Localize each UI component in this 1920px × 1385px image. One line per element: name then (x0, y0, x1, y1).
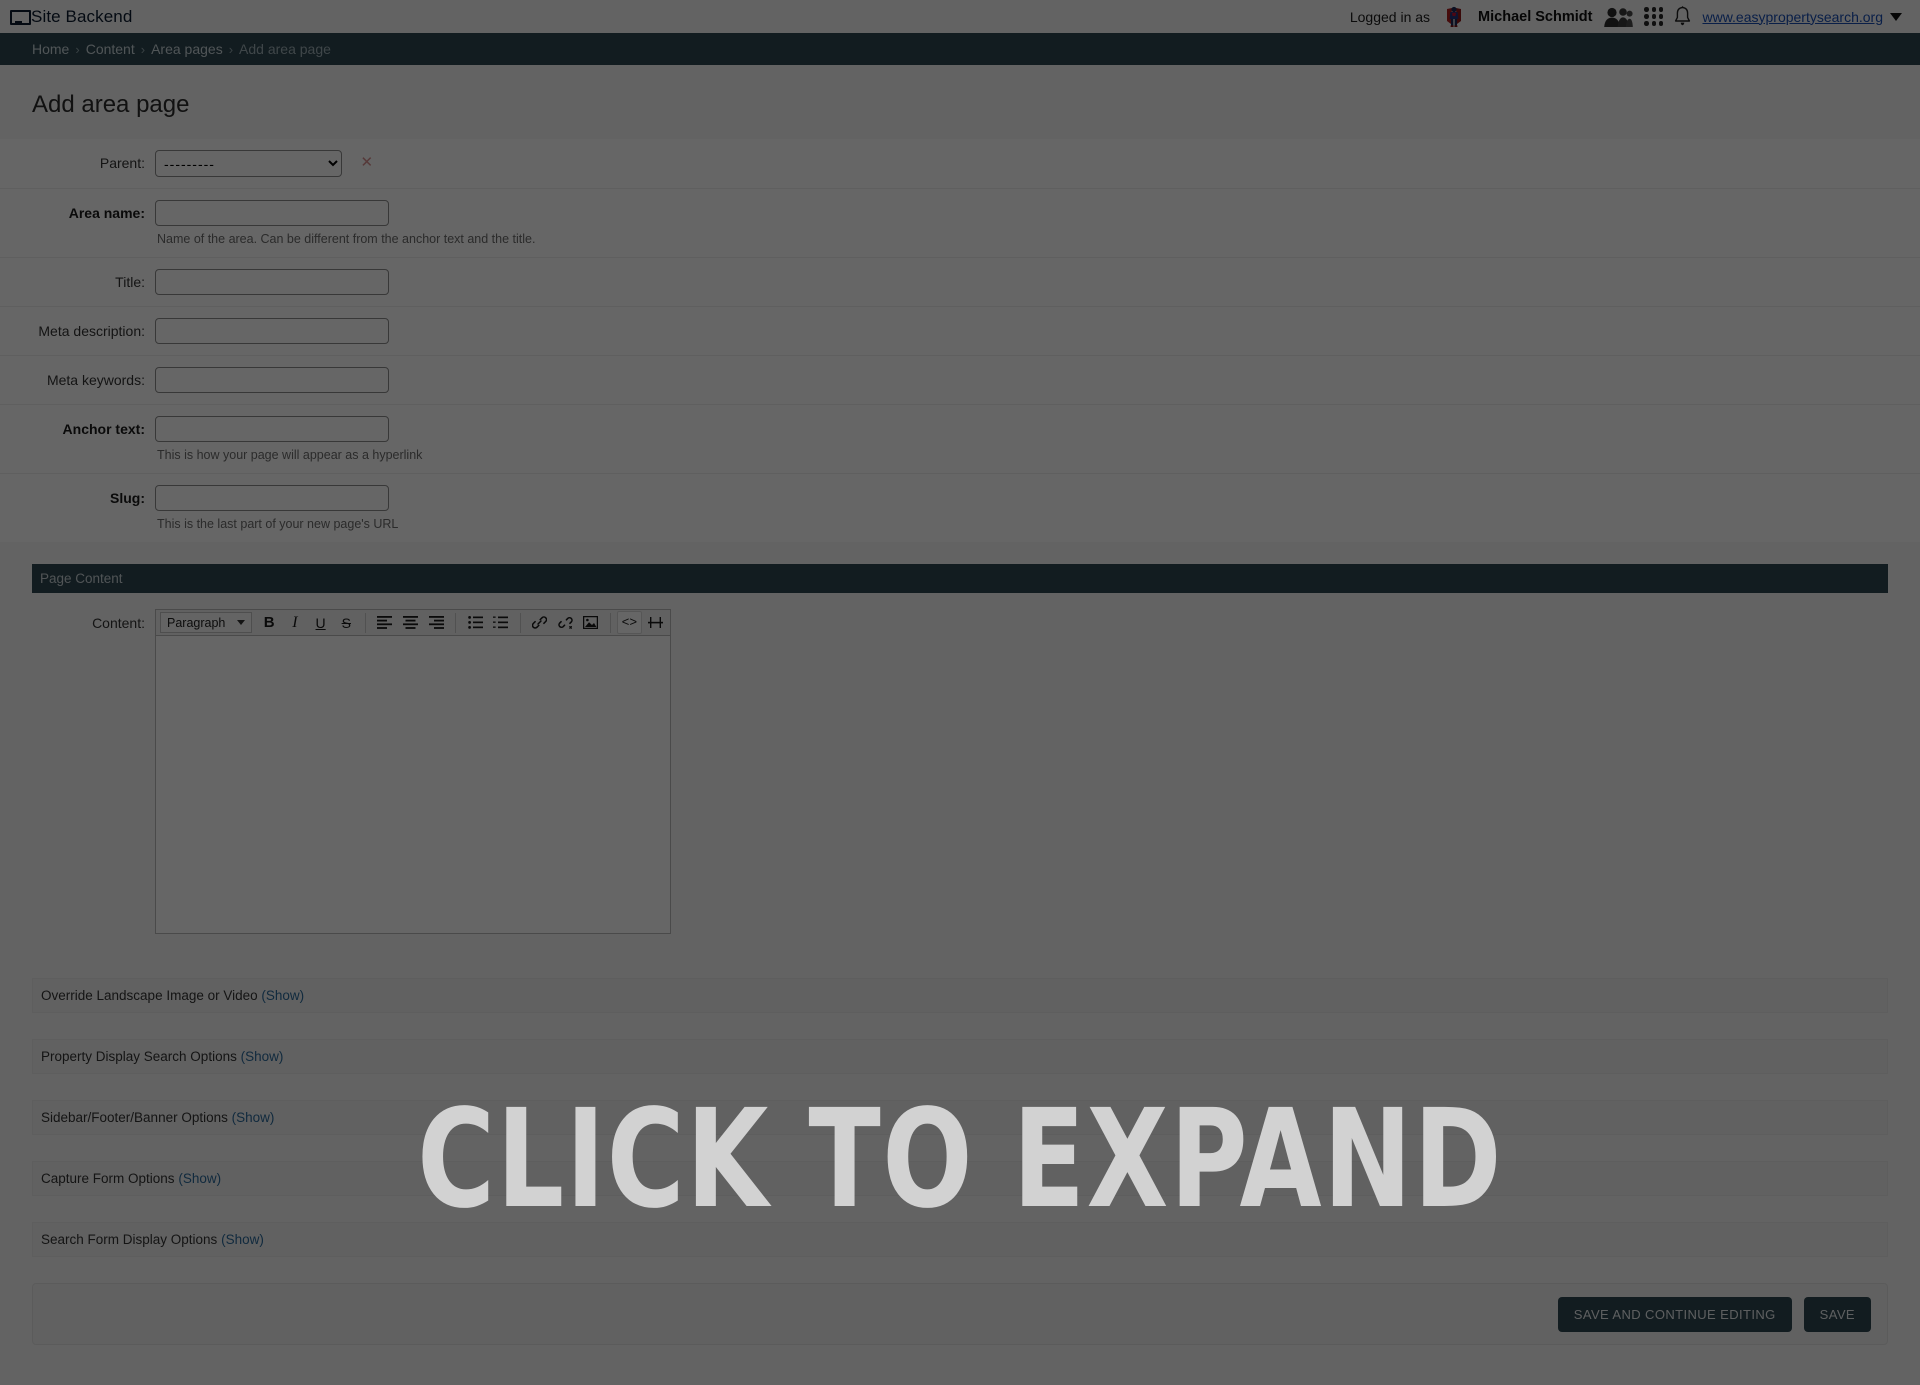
brand-logo[interactable]: Site Backend (10, 7, 132, 27)
strikethrough-icon[interactable]: S (333, 611, 359, 634)
editor-content-area[interactable] (155, 636, 671, 934)
form-row-parent: Parent: --------- ✕ (0, 139, 1920, 189)
form-submit-row: SAVE AND CONTINUE EDITING SAVE (32, 1283, 1888, 1345)
slug-input[interactable] (155, 485, 389, 511)
breadcrumb-separator: › (228, 41, 234, 57)
monitor-icon (10, 9, 31, 25)
admin-page: Site Backend Logged in as Michael Schmid… (0, 0, 1920, 1385)
form-row-area-name: Area name: Name of the area. Can be diff… (0, 189, 1920, 258)
form-row-meta-description: Meta description: (0, 307, 1920, 356)
logged-in-label: Logged in as (1349, 8, 1431, 25)
page-title: Add area page (32, 91, 190, 118)
apps-grid-icon[interactable] (1644, 7, 1664, 26)
form-row-meta-keywords: Meta keywords: (0, 356, 1920, 405)
show-toggle-link[interactable]: (Show) (221, 1232, 264, 1247)
align-left-icon[interactable] (372, 611, 398, 634)
section-override-landscape-image-or-video[interactable]: Override Landscape Image or Video (Show) (32, 978, 1888, 1013)
image-icon[interactable] (578, 611, 604, 634)
breadcrumb-separator: › (75, 41, 80, 57)
page-content-section-header[interactable]: Page Content (32, 564, 1888, 593)
bullet-list-icon[interactable] (462, 611, 488, 634)
source-code-glyph: <> (621, 615, 638, 630)
help-slug: This is the last part of your new page's… (157, 517, 399, 531)
label-anchor-text: Anchor text: (62, 421, 145, 437)
editor-toolbar: Paragraph B I U S <> (155, 609, 671, 636)
area-name-input[interactable] (155, 200, 389, 226)
format-select-value: Paragraph (167, 615, 226, 630)
label-area-name: Area name: (68, 205, 145, 221)
section-title: Override Landscape Image or Video (41, 988, 258, 1003)
breadcrumb-item-content[interactable]: Content (86, 41, 135, 57)
section-property-display-search-options[interactable]: Property Display Search Options (Show) (32, 1039, 1888, 1074)
horizontal-rule-icon[interactable] (642, 611, 668, 634)
label-parent: Parent: (99, 155, 145, 171)
section-title: Sidebar/Footer/Banner Options (41, 1110, 228, 1125)
clear-parent-icon[interactable]: ✕ (360, 153, 373, 171)
section-title: Property Display Search Options (41, 1049, 237, 1064)
align-center-icon[interactable] (398, 611, 424, 634)
numbered-list-icon[interactable] (488, 611, 514, 634)
format-select[interactable]: Paragraph (160, 612, 253, 633)
breadcrumb-item-current: Add area page (239, 41, 331, 57)
save-and-continue-button[interactable]: SAVE AND CONTINUE EDITING (1557, 1296, 1792, 1332)
parent-select[interactable]: --------- (155, 150, 342, 177)
show-toggle-link[interactable]: (Show) (241, 1049, 284, 1064)
label-slug: Slug: (110, 490, 145, 506)
meta-keywords-input[interactable] (155, 367, 389, 393)
breadcrumb-item-home[interactable]: Home (32, 41, 69, 57)
chevron-down-icon (1890, 12, 1902, 21)
section-title: Search Form Display Options (41, 1232, 218, 1247)
chevron-down-icon (237, 620, 246, 625)
breadcrumb-item-area-pages[interactable]: Area pages (151, 41, 223, 57)
site-url-link[interactable]: www.easypropertysearch.org (1702, 9, 1902, 25)
help-anchor-text: This is how your page will appear as a h… (157, 448, 423, 462)
brand-label: Site Backend (31, 6, 133, 26)
unlink-icon[interactable] (552, 611, 578, 634)
underline-icon[interactable]: U (308, 611, 334, 634)
title-input[interactable] (155, 269, 389, 295)
form-row-anchor-text: Anchor text: This is how your page will … (0, 405, 1920, 474)
top-user-bar: Site Backend Logged in as Michael Schmid… (0, 0, 1920, 33)
toolbar-divider (519, 612, 521, 633)
rich-text-editor: Paragraph B I U S <> (155, 609, 671, 934)
italic-icon[interactable]: I (282, 611, 308, 634)
help-area-name: Name of the area. Can be different from … (157, 232, 536, 246)
section-capture-form-options[interactable]: Capture Form Options (Show) (32, 1161, 1888, 1196)
breadcrumb-separator: › (140, 41, 146, 57)
section-title: Capture Form Options (41, 1171, 175, 1186)
main-content: Add area page Parent: --------- ✕ Area n… (0, 91, 1920, 1345)
bold-icon[interactable]: B (256, 611, 282, 634)
label-content: Content: (92, 615, 145, 631)
show-toggle-link[interactable]: (Show) (178, 1171, 221, 1186)
toolbar-divider (609, 612, 611, 633)
align-right-icon[interactable] (423, 611, 449, 634)
superhero-avatar-icon (1441, 4, 1467, 30)
save-button[interactable]: SAVE (1803, 1296, 1871, 1332)
section-sidebar-footer-banner-options[interactable]: Sidebar/Footer/Banner Options (Show) (32, 1100, 1888, 1135)
breadcrumb: Home › Content › Area pages › Add area p… (0, 33, 1920, 65)
bell-icon[interactable] (1674, 6, 1691, 27)
toolbar-divider (365, 612, 367, 633)
show-toggle-link[interactable]: (Show) (232, 1110, 275, 1125)
label-title: Title: (115, 274, 145, 290)
site-url-label: www.easypropertysearch.org (1702, 8, 1883, 25)
meta-description-input[interactable] (155, 318, 389, 344)
anchor-text-input[interactable] (155, 416, 389, 442)
add-area-page-form: Parent: --------- ✕ Area name: Name of t… (0, 139, 1920, 542)
source-code-icon[interactable]: <> (616, 611, 643, 634)
user-tools: Logged in as Michael Schmidt www.easypro… (1350, 4, 1902, 30)
label-meta-keywords: Meta keywords: (46, 372, 145, 388)
link-icon[interactable] (527, 611, 553, 634)
section-search-form-display-options[interactable]: Search Form Display Options (Show) (32, 1222, 1888, 1257)
form-row-slug: Slug: This is the last part of your new … (0, 474, 1920, 542)
show-toggle-link[interactable]: (Show) (261, 988, 304, 1003)
toolbar-divider (455, 612, 457, 633)
username-label: Michael Schmidt (1478, 8, 1593, 25)
label-meta-description: Meta description: (38, 323, 145, 339)
content-editor-row: Content: Paragraph B I U S <> (32, 593, 1888, 940)
people-icon[interactable] (1603, 6, 1634, 28)
form-row-title: Title: (0, 258, 1920, 307)
